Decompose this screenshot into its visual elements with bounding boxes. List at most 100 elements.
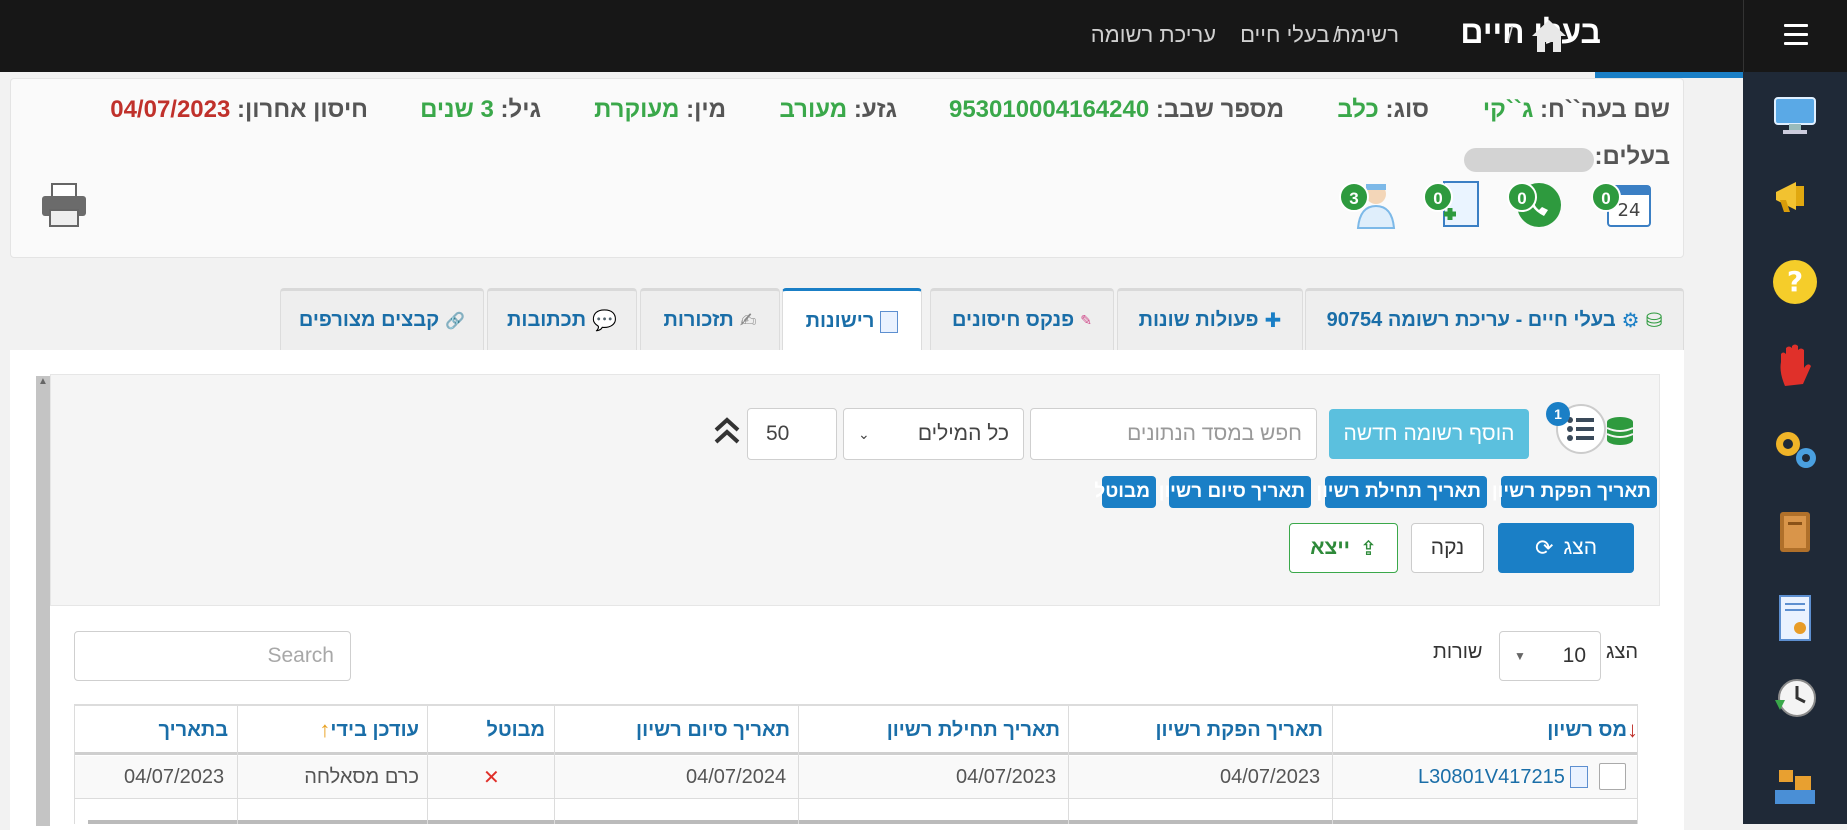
- breadcrumb-animal-list[interactable]: רשימת בעלי חיים: [1240, 22, 1399, 48]
- top-bar: בעלי חיים / רשימת בעלי חיים / עריכת רשומ…: [0, 0, 1743, 78]
- row-checkbox[interactable]: [1599, 763, 1626, 790]
- match-mode-select[interactable]: ⌄ כל המילים: [843, 408, 1024, 460]
- breadcrumb-separator: /: [1333, 22, 1340, 47]
- svg-text:24: 24: [1618, 200, 1641, 221]
- chip-cancelled[interactable]: מבוטל: [1094, 476, 1156, 508]
- book-icon[interactable]: [1769, 506, 1821, 558]
- cell-updated-by: כרם מסאלחה: [304, 765, 419, 788]
- gear-icon: ⚙: [1621, 310, 1640, 332]
- share-icon: ⇪: [1360, 537, 1377, 560]
- document-count-badge: 0: [1423, 182, 1453, 212]
- column-divider: [554, 706, 555, 824]
- stop-hand-icon[interactable]: [1769, 340, 1821, 392]
- export-button[interactable]: ⇪ ייצא: [1289, 523, 1398, 573]
- last-vaccine-value: 04/07/2023: [110, 96, 231, 123]
- reminder-icon: ✍: [739, 310, 757, 332]
- help-icon[interactable]: ?: [1769, 256, 1821, 308]
- license-no-link[interactable]: L30801V417215: [1418, 757, 1565, 797]
- column-header-end-date[interactable]: תאריך סיום רשיון: [636, 706, 790, 754]
- database-icon: [1603, 414, 1637, 448]
- chip-start-date[interactable]: תאריך תחילת רשיון: [1316, 476, 1487, 508]
- refresh-icon: ⟳: [1534, 535, 1554, 560]
- row-divider: [74, 798, 1638, 799]
- chat-icon: 💬: [592, 310, 617, 332]
- animal-age-label: גיל:: [500, 96, 541, 123]
- sort-asc-icon: ↑: [319, 717, 331, 742]
- column-header-cancelled[interactable]: מבוטל: [486, 706, 545, 754]
- column-divider: [427, 706, 428, 824]
- column-header-updated-by[interactable]: עודכן בידי ↑: [319, 706, 419, 754]
- tab-attachments[interactable]: 🔗 קבצים מצורפים: [280, 288, 484, 350]
- animal-type-label: סוג:: [1385, 96, 1430, 123]
- tab-vaccine-book[interactable]: ✎ פנקס חיסונים: [930, 288, 1114, 350]
- table-header-border: [74, 752, 1638, 755]
- animal-breed-value: מעורב: [779, 96, 848, 123]
- collapse-chevron-icon[interactable]: [712, 414, 742, 450]
- animal-breed: גזע: מעורב: [779, 96, 897, 124]
- clock-refresh-icon[interactable]: [1769, 672, 1821, 724]
- menu-button[interactable]: [1743, 0, 1847, 72]
- tab-edit-record-label: בעלי חיים - עריכת רשומה 90754: [1326, 309, 1616, 331]
- warehouse-icon[interactable]: [1769, 758, 1821, 810]
- megaphone-icon[interactable]: [1769, 170, 1821, 222]
- certificate-icon: [1570, 766, 1588, 788]
- hamburger-line: [1784, 33, 1808, 36]
- tab-attachments-label: קבצים מצורפים: [298, 309, 440, 331]
- chip-issue-date[interactable]: תאריך הפקת רשיון: [1492, 476, 1657, 508]
- column-divider: [74, 706, 75, 824]
- horizontal-scrollbar[interactable]: [88, 820, 1638, 824]
- tab-licenses-label: רישונות: [805, 310, 875, 332]
- chip-number-value: 953010004164240: [948, 96, 1150, 123]
- tab-reminders[interactable]: ✍ תזכורות: [640, 288, 780, 350]
- cell-end-date: 04/07/2024: [686, 765, 787, 788]
- certificate-icon: [880, 310, 899, 333]
- column-header-start-date[interactable]: תאריך תחילת רשיון: [887, 706, 1060, 754]
- rows-per-page-select[interactable]: ▼ 10: [1499, 631, 1601, 681]
- animal-sex: מין: מעוקרת: [594, 96, 726, 124]
- owner-name-redacted: [1464, 148, 1594, 172]
- animal-name-value: ג``קי: [1482, 96, 1534, 123]
- show-button[interactable]: הצג ⟳: [1498, 523, 1634, 573]
- tab-licenses[interactable]: רישונות: [782, 288, 922, 352]
- show-button-label: הצג: [1563, 536, 1598, 559]
- column-header-license-no[interactable]: ↓ מס רשיון: [1547, 706, 1638, 754]
- tab-edit-record[interactable]: ⛁ ⚙ בעלי חיים - עריכת רשומה 90754: [1305, 288, 1684, 350]
- tab-misc-actions-label: פעולות שונות: [1138, 309, 1259, 331]
- svg-text:?: ?: [1787, 265, 1803, 298]
- table-search-input[interactable]: Search: [74, 631, 351, 681]
- phone-count-badge: 0: [1507, 182, 1537, 212]
- clear-button[interactable]: נקה: [1411, 523, 1484, 573]
- database-gear-icon: ⛁: [1645, 310, 1663, 332]
- match-mode-value: כל המילים: [917, 422, 1009, 445]
- add-record-button[interactable]: הוסף רשומה חדשה: [1329, 409, 1529, 459]
- tab-misc-actions[interactable]: ✚ פעולות שונות: [1117, 288, 1303, 350]
- scrollbar[interactable]: [36, 376, 50, 826]
- dropdown-caret-icon: ▼: [1514, 649, 1526, 663]
- show-rows-label: הצג: [1606, 641, 1639, 663]
- settings-gears-icon[interactable]: [1769, 422, 1821, 474]
- animal-age-value: 3 שנים: [420, 96, 494, 123]
- animal-breed-label: גזע:: [853, 96, 897, 123]
- column-divider: [1332, 706, 1333, 824]
- export-button-label: ייצא: [1310, 536, 1351, 559]
- tab-correspondence[interactable]: 💬 תכתובות: [487, 288, 637, 350]
- home-icon[interactable]: [1530, 18, 1568, 54]
- rows-per-page-value: 10: [1562, 644, 1586, 667]
- animal-name-label: שם בעה``ח:: [1540, 96, 1670, 123]
- paperclip-icon: 🔗: [445, 312, 466, 330]
- last-vaccine-label: חיסון אחרון:: [237, 96, 368, 123]
- animal-age: גיל: 3 שנים: [420, 96, 541, 124]
- print-button[interactable]: [38, 180, 92, 230]
- scroll-up-arrow[interactable]: ▲: [36, 376, 50, 390]
- computer-icon[interactable]: [1769, 88, 1821, 140]
- chip-end-date[interactable]: תאריך סיום רשיון: [1159, 476, 1311, 508]
- database-search-input[interactable]: חפש במסד הנתונים: [1030, 408, 1317, 460]
- column-header-updated-on[interactable]: בתאריך: [159, 706, 228, 754]
- column-header-issue-date[interactable]: תאריך הפקת רשיון: [1155, 706, 1323, 754]
- rows-label: שורות: [1433, 641, 1483, 663]
- page-size-input[interactable]: 50: [747, 408, 837, 460]
- puzzle-icon: ✚: [1264, 310, 1282, 332]
- certificate-icon[interactable]: [1769, 592, 1821, 644]
- chip-number: מספר שבב: 953010004164240: [949, 96, 1284, 124]
- animal-name: שם בעה``ח: ג``קי: [1483, 96, 1670, 124]
